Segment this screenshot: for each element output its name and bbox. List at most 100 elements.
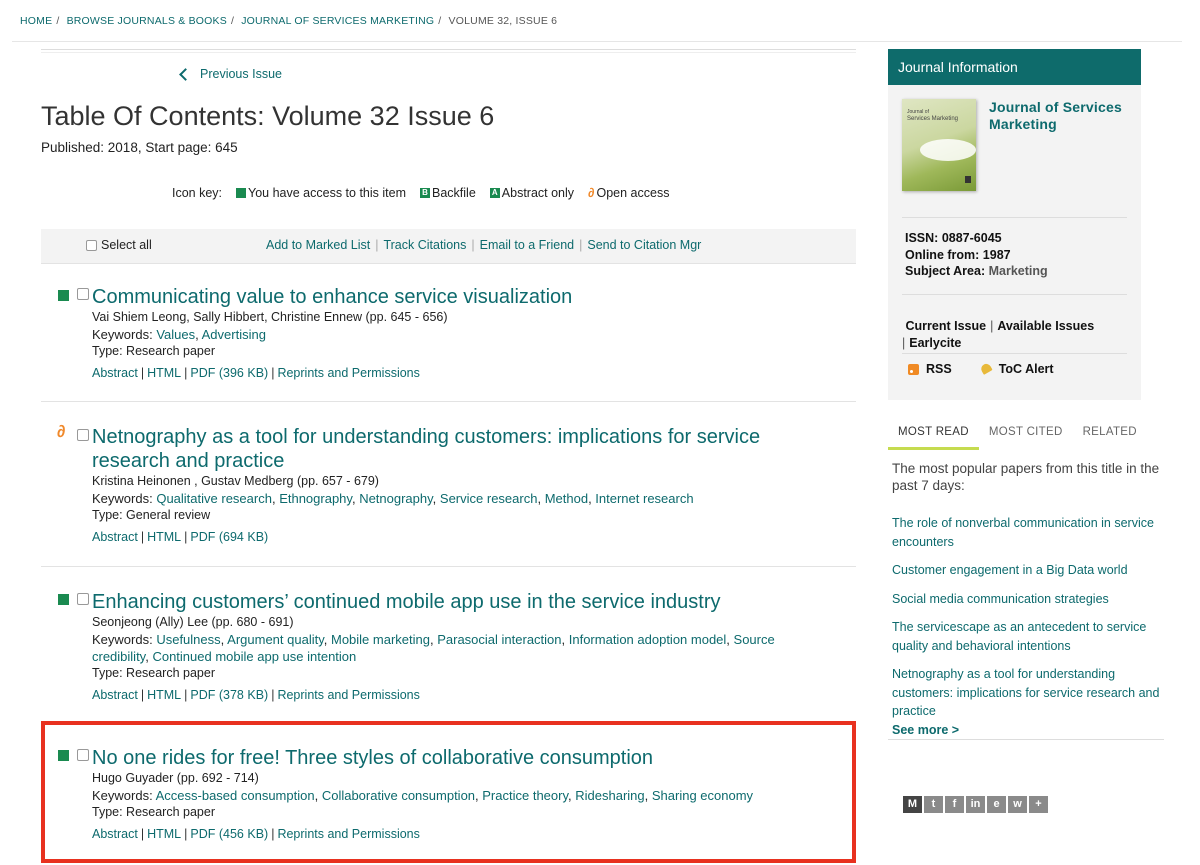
keywords-label: Keywords: — [92, 327, 153, 342]
tab-related[interactable]: RELATED — [1073, 420, 1147, 450]
abstract-only-icon: A — [489, 187, 500, 198]
breadcrumb-separator: / — [56, 14, 60, 27]
current-issue-link[interactable]: Current Issue — [905, 319, 986, 333]
article-title[interactable]: Netnography as a tool for understanding … — [92, 425, 832, 473]
most-read-link[interactable]: The role of nonverbal communication in s… — [892, 514, 1168, 551]
add-to-marked-list-link[interactable]: Add to Marked List — [266, 238, 370, 252]
add-icon[interactable]: + — [1029, 796, 1048, 813]
online-value: 1987 — [982, 247, 1011, 262]
most-read-list: The role of nonverbal communication in s… — [892, 514, 1168, 731]
tab-most-read[interactable]: MOST READ — [888, 420, 979, 450]
html-link[interactable]: HTML — [147, 530, 181, 544]
keyword-link[interactable]: Method — [545, 491, 588, 506]
article-title[interactable]: Enhancing customers’ continued mobile ap… — [92, 590, 832, 614]
abstract-link[interactable]: Abstract — [92, 366, 138, 380]
earlycite-link[interactable]: Earlycite — [909, 336, 961, 350]
breadcrumb-separator: / — [230, 14, 235, 27]
select-all-label: Select all — [101, 238, 152, 252]
most-read-link[interactable]: Social media communication strategies — [892, 590, 1168, 609]
sidebar: Journal Information Journal of Services … — [888, 49, 1164, 740]
journal-name-link[interactable]: Journal of Services Marketing — [989, 99, 1141, 133]
icon-key-access: You have access to this item — [236, 186, 406, 200]
pdf-link[interactable]: PDF (378 KB) — [190, 688, 268, 702]
mendeley-icon[interactable]: M — [903, 796, 922, 813]
keyword-link[interactable]: Values — [156, 327, 195, 342]
subject-value: Marketing — [988, 264, 1048, 278]
article-checkbox[interactable] — [77, 593, 89, 605]
linkedin-icon[interactable]: in — [966, 796, 985, 813]
journal-meta: ISSN: 0887-6045 Online from: 1987 Subjec… — [905, 230, 1048, 280]
journal-cover-image[interactable]: Journal of Services Marketing — [902, 99, 976, 191]
keyword-link[interactable]: Internet research — [595, 491, 693, 506]
keyword-link[interactable]: Mobile marketing — [331, 632, 430, 647]
keyword-link[interactable]: Argument quality — [227, 632, 324, 647]
email-friend-link[interactable]: Email to a Friend — [480, 238, 574, 252]
article-type: Type: Research paper — [92, 344, 215, 358]
send-citation-link[interactable]: Send to Citation Mgr — [587, 238, 701, 252]
abstract-link[interactable]: Abstract — [92, 688, 138, 702]
divider: | — [271, 688, 275, 702]
online-label: Online from: — [905, 247, 980, 262]
keyword-link[interactable]: Parasocial interaction — [437, 632, 561, 647]
breadcrumb-journal[interactable]: JOURNAL OF SERVICES MARKETING — [241, 15, 434, 27]
keyword-link[interactable]: Qualitative research — [156, 491, 272, 506]
reprints-link[interactable]: Reprints and Permissions — [277, 366, 419, 380]
toolbar-actions: Add to Marked List | Track Citations | Ema… — [266, 238, 701, 252]
evernote-icon[interactable]: e — [987, 796, 1006, 813]
breadcrumb-home[interactable]: HOME — [20, 15, 52, 27]
published-info: Published: 2018, Start page: 645 — [41, 140, 238, 155]
tab-most-cited[interactable]: MOST CITED — [979, 420, 1073, 450]
most-read-link[interactable]: The servicescape as an antecedent to ser… — [892, 618, 1168, 655]
html-link[interactable]: HTML — [147, 688, 181, 702]
cover-text: Journal of — [907, 109, 929, 115]
article-authors: Seonjeong (Ally) Lee (pp. 680 - 691) — [92, 615, 294, 629]
feed-links: RSS ToC Alert — [908, 362, 1054, 376]
html-link[interactable]: HTML — [147, 366, 181, 380]
divider: | — [184, 688, 188, 702]
keyword-link[interactable]: Information adoption model — [569, 632, 727, 647]
breadcrumb-browse[interactable]: BROWSE JOURNALS & BOOKS — [67, 15, 227, 27]
icon-key-label: Icon key: — [172, 185, 223, 200]
keyword-link[interactable]: Advertising — [202, 327, 266, 342]
toc-alert-link[interactable]: ToC Alert — [999, 362, 1054, 376]
keyword-link[interactable]: Ethnography — [279, 491, 352, 506]
keyword-link[interactable]: Continued mobile app use intention — [152, 649, 356, 664]
open-access-label: Open access — [596, 185, 670, 200]
icon-key-open-access: ∂ Open access — [588, 185, 669, 200]
rss-link[interactable]: RSS — [926, 362, 952, 376]
journal-name: Journal of Services Marketing — [989, 99, 1122, 132]
reprints-link[interactable]: Reprints and Permissions — [277, 688, 419, 702]
breadcrumb-separator: / — [438, 14, 442, 27]
abstract-link[interactable]: Abstract — [92, 530, 138, 544]
select-all[interactable]: Select all — [86, 238, 152, 252]
pdf-link[interactable]: PDF (694 KB) — [190, 530, 268, 544]
article-type: Type: General review — [92, 508, 211, 522]
see-more-link[interactable]: See more > — [892, 723, 959, 737]
article-links: Abstract | HTML | PDF (694 KB) — [92, 529, 832, 546]
select-all-checkbox[interactable] — [86, 239, 97, 251]
most-read-link[interactable]: Netnography as a tool for understanding … — [892, 665, 1168, 721]
keyword-link[interactable]: Usefulness — [156, 632, 220, 647]
track-citations-link[interactable]: Track Citations — [383, 238, 466, 252]
divider: | — [184, 366, 188, 380]
previous-issue-link[interactable]: Previous Issue — [179, 67, 282, 81]
weibo-icon[interactable]: w — [1008, 796, 1027, 813]
article-checkbox[interactable] — [77, 429, 89, 441]
divider — [41, 49, 856, 53]
keyword-link[interactable]: Service research — [440, 491, 538, 506]
keyword-link[interactable]: Netnography — [359, 491, 432, 506]
article-title[interactable]: Communicating value to enhance service v… — [92, 285, 832, 309]
facebook-icon[interactable]: f — [945, 796, 964, 813]
article-links: Abstract | HTML | PDF (378 KB) | Reprints and … — [92, 687, 832, 704]
most-read-link[interactable]: Customer engagement in a Big Data world — [892, 561, 1168, 580]
open-access-icon: ∂ — [588, 185, 595, 200]
available-issues-link[interactable]: Available Issues — [997, 319, 1094, 333]
cover-graphic — [920, 139, 976, 161]
twitter-icon[interactable]: t — [924, 796, 943, 813]
article-checkbox[interactable] — [77, 288, 89, 300]
pdf-link[interactable]: PDF (396 KB) — [190, 366, 268, 380]
share-bar: M t f in e w + — [903, 796, 1048, 813]
most-tabs: MOST READ MOST CITED RELATED — [888, 420, 1164, 450]
main-content: Previous Issue Table Of Contents: Volume… — [41, 49, 856, 841]
divider — [888, 739, 1164, 740]
